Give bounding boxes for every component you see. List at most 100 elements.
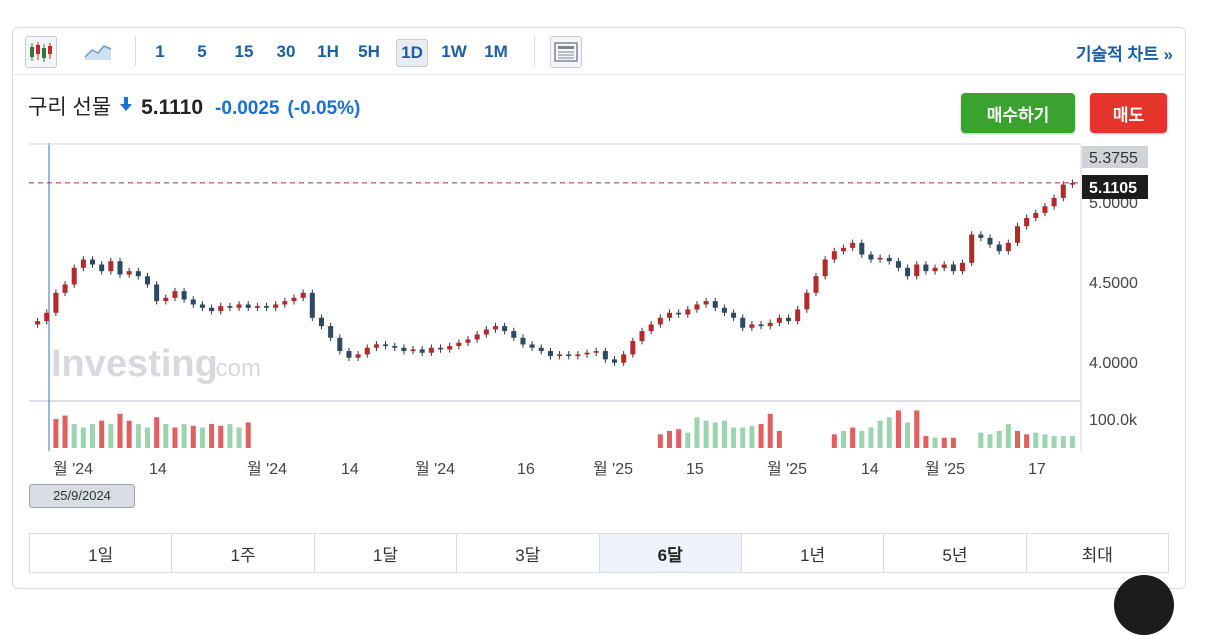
candle: [456, 342, 462, 347]
candle: [630, 341, 636, 355]
candle: [199, 304, 205, 308]
candle: [685, 309, 691, 315]
news-layout-icon[interactable]: [550, 36, 582, 68]
candle: [758, 324, 764, 327]
candle: [337, 337, 343, 352]
time-axis: 월 '24 14 월 '24 14 월 '24 16 월 '25 15 월 '2…: [53, 460, 1046, 478]
timeframe-1d[interactable]: 1D: [396, 39, 428, 67]
x-label: 월 '24: [415, 460, 455, 478]
volume-bar: [80, 427, 86, 448]
timeframe-5h[interactable]: 5H: [355, 39, 383, 65]
range-max[interactable]: 최대: [1027, 534, 1168, 572]
candle: [62, 284, 68, 293]
candle: [905, 267, 911, 277]
candle: [401, 347, 407, 352]
volume-bar: [1060, 436, 1066, 448]
candle: [254, 306, 260, 308]
timeframe-15m[interactable]: 15: [231, 39, 257, 65]
candle: [44, 312, 50, 322]
volume-bar: [245, 422, 251, 448]
candle: [657, 317, 663, 325]
candle: [969, 234, 975, 263]
crosshair-date-badge: 25/9/2024: [29, 484, 135, 508]
volume-bar: [758, 424, 764, 448]
volume-bar: [1042, 434, 1048, 448]
price-axis: 5.3755 5.0000 4.5000 4.0000 5.1105 100.0…: [1082, 146, 1148, 429]
volume-axis-label: 100.0k: [1089, 412, 1138, 429]
candle: [99, 264, 105, 272]
candle: [300, 292, 306, 298]
volume-bar: [731, 427, 737, 448]
volume-bar: [190, 425, 196, 448]
timeframe-1w[interactable]: 1W: [439, 39, 469, 65]
volume-bar: [99, 420, 105, 448]
candle: [987, 237, 993, 245]
sell-button[interactable]: 매도: [1090, 93, 1167, 133]
volume-bar: [135, 424, 141, 448]
candle: [776, 317, 782, 323]
timeframe-1h[interactable]: 1H: [315, 39, 341, 65]
volume-bar: [1024, 434, 1030, 448]
volume-bar: [108, 424, 114, 448]
x-label: 15: [686, 461, 704, 478]
timeframe-1mo[interactable]: 1M: [481, 39, 511, 65]
candle: [941, 264, 947, 268]
x-label: 월 '25: [593, 460, 633, 478]
range-1m[interactable]: 1달: [315, 534, 458, 572]
current-price-label: 5.1105: [1089, 180, 1137, 197]
volume-bar: [657, 434, 663, 448]
candle: [71, 267, 77, 285]
timeframe-30m[interactable]: 30: [272, 39, 300, 65]
candle: [859, 242, 865, 255]
area-chart-icon[interactable]: [83, 36, 113, 66]
price-label-4-5: 4.5000: [1089, 275, 1138, 292]
volume-bar: [886, 417, 892, 448]
candle: [181, 291, 187, 300]
price-change-percent: (-0.05%): [287, 98, 361, 119]
volume-bar: [932, 437, 938, 448]
floating-action-button[interactable]: [1114, 575, 1174, 635]
range-1w[interactable]: 1주: [172, 534, 315, 572]
candle: [126, 271, 132, 275]
x-label: 월 '24: [247, 460, 287, 478]
range-5y[interactable]: 5년: [884, 534, 1027, 572]
x-label: 월 '25: [925, 460, 965, 478]
candle: [227, 306, 233, 308]
candle: [740, 317, 746, 328]
candle: [877, 257, 883, 260]
buy-button[interactable]: 매수하기: [961, 93, 1075, 133]
range-6m[interactable]: 6달: [599, 534, 742, 572]
volume-bar: [1014, 430, 1020, 448]
candle: [923, 264, 929, 272]
volume-bar: [712, 422, 718, 448]
candle: [712, 301, 718, 308]
candle: [1005, 242, 1011, 252]
candlestick-chart-icon[interactable]: [25, 36, 57, 68]
range-3m[interactable]: 3달: [457, 534, 600, 572]
range-1d[interactable]: 1일: [30, 534, 173, 572]
candle: [291, 297, 297, 302]
candle: [1051, 197, 1057, 207]
volume-bar: [62, 415, 68, 448]
candle: [447, 346, 453, 350]
candle: [1024, 217, 1030, 227]
technical-chart-link[interactable]: 기술적 차트 »: [1076, 40, 1173, 65]
candle: [209, 307, 215, 312]
candle: [996, 244, 1002, 252]
candle: [795, 309, 801, 322]
volume-bar: [218, 425, 224, 448]
candle: [538, 347, 544, 352]
arrow-down-icon: [119, 96, 133, 117]
candle: [245, 304, 251, 308]
candle: [438, 347, 444, 350]
candle: [483, 329, 489, 335]
x-label: 17: [1028, 461, 1046, 478]
candle: [1014, 226, 1020, 243]
volume-bar: [163, 424, 169, 448]
timeframe-5m[interactable]: 5: [191, 39, 213, 65]
candle: [575, 354, 581, 357]
price-chart[interactable]: Investing .com 5.3755 5.0000 4.5000 4.00…: [29, 143, 1169, 513]
range-1y[interactable]: 1년: [742, 534, 885, 572]
candle: [264, 306, 270, 308]
timeframe-1m[interactable]: 1: [149, 39, 171, 65]
